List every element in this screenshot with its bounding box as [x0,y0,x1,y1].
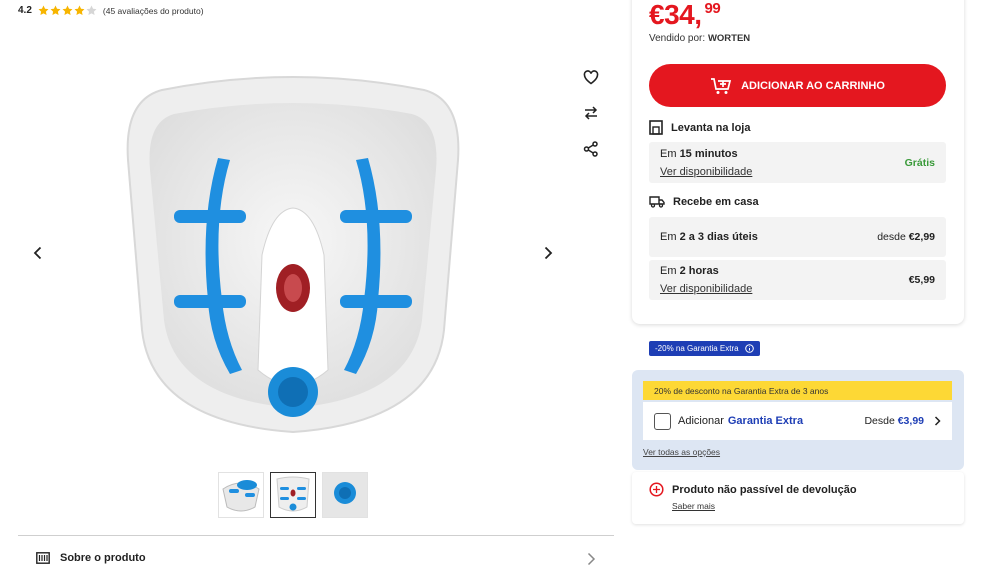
thumbnail-image [222,480,260,512]
star-icon [62,5,73,16]
delivery-standard-value: 2 a 3 dias úteis [679,231,758,243]
warranty-options-link[interactable]: Ver todas as opções [643,447,720,457]
delivery-standard-price: desde €2,99 [877,231,935,243]
section-divider [18,535,614,536]
star-empty-icon [86,5,97,16]
price-whole: €34, [649,0,702,30]
thumbnail-strip [218,472,368,518]
return-learn-more-link[interactable]: Saber mais [672,501,715,511]
heart-icon [583,69,599,84]
about-product-label: Sobre o produto [60,552,146,564]
delivery-standard-price-prefix: desde [877,231,906,243]
list-icon [36,552,50,564]
add-to-cart-button[interactable]: ADICIONAR AO CARRINHO [649,64,946,107]
delivery-standard-time: Em 2 a 3 dias úteis [660,231,758,243]
pickup-time: Em 15 minutos [660,148,738,160]
product-price: €34, 99 [649,0,721,31]
warranty-tag-label: -20% na Garantia Extra [655,344,739,353]
star-icon [74,5,85,16]
delivery-option-standard: Em 2 a 3 dias úteis desde €2,99 [649,217,946,257]
delivery-title: Recebe em casa [673,196,759,208]
return-policy-card: Produto não passível de devolução Saber … [632,472,964,524]
compare-arrows-icon [584,106,598,120]
delivery-availability-link[interactable]: Ver disponibilidade [660,283,752,295]
compare-button[interactable] [580,102,602,124]
price-cents: 99 [704,0,721,17]
star-icon [38,5,49,16]
warranty-name: Garantia Extra [727,415,804,427]
warranty-add-prefix: Adicionar [678,415,724,427]
delivery-express-prefix: Em [660,265,677,277]
pickup-price: Grátis [904,157,935,169]
warranty-price-prefix: Desde [864,415,895,427]
pickup-time-value: 15 minutos [679,148,738,160]
delivery-header: Recebe em casa [649,196,759,208]
chevron-right-icon [587,552,596,566]
thumbnail-2[interactable] [270,472,316,518]
add-warranty-row[interactable]: Adicionar Garantia Extra Desde €3,99 [643,402,952,440]
delivery-option-express: Em 2 horas Ver disponibilidade €5,99 [649,260,946,300]
rating-stars [38,5,97,16]
gallery-prev-button[interactable] [27,242,49,264]
share-button[interactable] [580,138,602,160]
product-rating[interactable]: 4.2 (45 avaliações do produto) [18,5,204,16]
add-to-cart-label: ADICIONAR AO CARRINHO [741,79,885,92]
delivery-express-price: €5,99 [908,274,935,286]
warranty-checkbox[interactable] [654,412,671,430]
delivery-express-value: 2 horas [679,265,719,277]
truck-icon [649,196,665,208]
thumbnail-1[interactable] [218,472,264,518]
thumbnail-image [276,476,310,512]
chevron-left-icon [33,246,42,260]
no-return-icon [649,482,664,497]
rating-score: 4.2 [18,5,32,16]
thumbnail-3[interactable] [322,472,368,518]
return-policy-title: Produto não passível de devolução [672,484,857,496]
delivery-standard-prefix: Em [660,231,677,243]
chevron-right-icon [934,416,941,426]
pickup-option: Em 15 minutos Ver disponibilidade Grátis [649,142,946,183]
store-icon [649,120,663,135]
info-icon[interactable] [744,344,754,353]
star-icon [50,5,61,16]
favorite-button[interactable] [580,66,602,88]
share-icon [583,141,598,157]
gallery-next-button[interactable] [537,242,559,264]
about-product-row[interactable]: Sobre o produto [36,552,596,566]
seller-name: WORTEN [707,33,751,44]
delivery-express-time: Em 2 horas [660,265,719,277]
rating-count: (45 avaliações do produto) [102,5,204,16]
price-card: €34, 99 Vendido por: WORTEN ADICIONAR AO … [632,0,964,324]
chevron-right-icon [544,246,553,260]
pickup-header: Levanta na loja [649,120,750,135]
gallery-actions [580,66,602,160]
seller-info: Vendido por: WORTEN [649,33,750,44]
pickup-time-prefix: Em [660,148,677,160]
warranty-price: Desde €3,99 [864,415,924,427]
warranty-card: 20% de desconto na Garantia Extra de 3 a… [632,370,964,470]
thumbnail-image [323,473,367,517]
delivery-standard-price-value: €2,99 [908,231,935,243]
pickup-availability-link[interactable]: Ver disponibilidade [660,166,752,178]
warranty-price-value: €3,99 [897,415,924,427]
cart-add-icon [711,77,732,94]
pickup-title: Levanta na loja [671,121,751,134]
warranty-promo-tag: -20% na Garantia Extra [649,341,760,356]
product-image [126,76,460,434]
seller-prefix: Vendido por: [649,33,706,44]
warranty-discount-banner: 20% de desconto na Garantia Extra de 3 a… [643,381,952,400]
